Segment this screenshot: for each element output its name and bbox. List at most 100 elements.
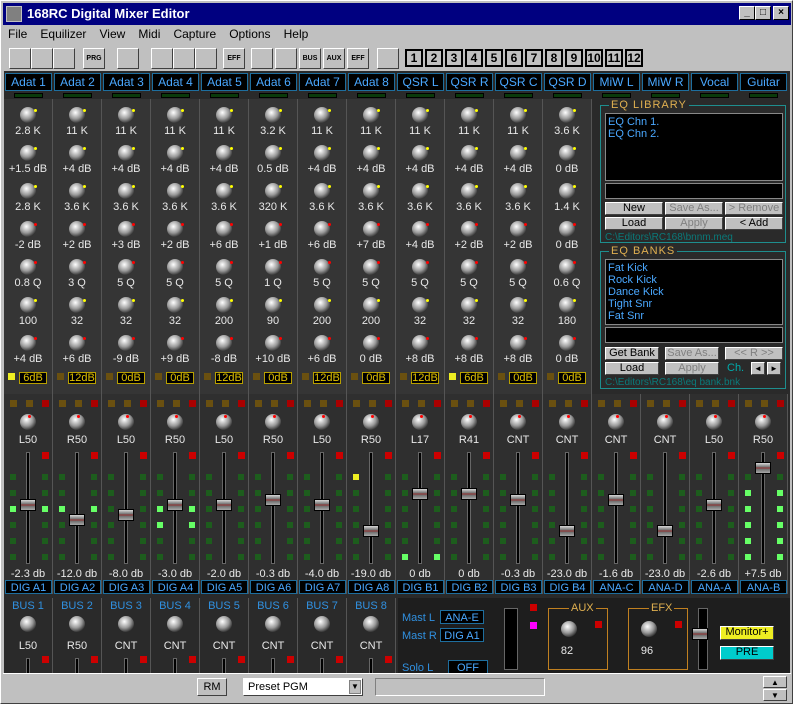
- save-icon[interactable]: [53, 48, 75, 69]
- monitor-button[interactable]: Monitor+: [720, 626, 774, 640]
- output-assign[interactable]: DIG A8: [348, 580, 395, 594]
- menu-options[interactable]: Options: [224, 25, 275, 43]
- bank-5-button[interactable]: 5: [485, 49, 503, 67]
- eq-save-as-button[interactable]: Save As...: [665, 202, 723, 215]
- output-assign[interactable]: DIG A4: [152, 580, 199, 594]
- rec-led[interactable]: [189, 400, 196, 407]
- print-icon[interactable]: [151, 48, 173, 69]
- rec-led[interactable]: [42, 400, 49, 407]
- get-bank-button[interactable]: Get Bank: [605, 347, 659, 360]
- bank-7-button[interactable]: 7: [525, 49, 543, 67]
- bus-name[interactable]: BUS 8: [347, 600, 395, 612]
- bus-pan-knob[interactable]: [363, 616, 379, 632]
- bank-4-button[interactable]: 4: [465, 49, 483, 67]
- aux-led[interactable]: [595, 621, 602, 628]
- bus-led[interactable]: [189, 656, 196, 663]
- eq-banks-list[interactable]: Fat Kick Rock Kick Dance Kick Tight Snr Fat …: [605, 259, 783, 325]
- mute-led[interactable]: [745, 400, 752, 407]
- eq-bank-item[interactable]: Fat Snr: [608, 310, 780, 322]
- fader-handle[interactable]: [412, 488, 428, 500]
- mute-led[interactable]: [206, 400, 213, 407]
- bus-name[interactable]: BUS 5: [200, 600, 248, 612]
- select-led[interactable]: [728, 452, 735, 459]
- output-assign[interactable]: DIG B1: [397, 580, 444, 594]
- bank-rr-button[interactable]: << R >>: [725, 347, 783, 360]
- select-led[interactable]: [42, 452, 49, 459]
- bus-name[interactable]: BUS 3: [102, 600, 150, 612]
- eq-library-list[interactable]: EQ Chn 1. EQ Chn 2.: [605, 113, 783, 181]
- channel-name[interactable]: MiW L: [593, 73, 640, 91]
- eq-enable-led[interactable]: [449, 373, 456, 380]
- bank-6-button[interactable]: 6: [505, 49, 523, 67]
- channel-name[interactable]: QSR D: [544, 73, 591, 91]
- aux-knob[interactable]: [561, 621, 577, 637]
- mute-led[interactable]: [59, 400, 66, 407]
- bus-pan-knob[interactable]: [118, 616, 134, 632]
- person-icon[interactable]: [117, 48, 139, 69]
- fader-handle[interactable]: [755, 462, 771, 474]
- solo-led[interactable]: [418, 400, 425, 407]
- bus-name[interactable]: BUS 2: [53, 600, 101, 612]
- channel-name[interactable]: Adat 7: [299, 73, 346, 91]
- eq-enable-led[interactable]: [155, 373, 162, 380]
- edit-icon[interactable]: [195, 48, 217, 69]
- rec-led[interactable]: [287, 400, 294, 407]
- select-led[interactable]: [336, 452, 343, 459]
- mute-led[interactable]: [402, 400, 409, 407]
- rec-led[interactable]: [91, 400, 98, 407]
- rec-led[interactable]: [581, 400, 588, 407]
- solo-led[interactable]: [26, 400, 33, 407]
- bus-pan-knob[interactable]: [69, 616, 85, 632]
- bank-11-button[interactable]: 11: [605, 49, 623, 67]
- solo-led[interactable]: [712, 400, 719, 407]
- fader-handle[interactable]: [69, 514, 85, 526]
- eq-enable-led[interactable]: [106, 373, 113, 380]
- channel-name[interactable]: Adat 1: [5, 73, 52, 91]
- mute-led[interactable]: [598, 400, 605, 407]
- channel-name[interactable]: Adat 8: [348, 73, 395, 91]
- bus-led[interactable]: [287, 656, 294, 663]
- bus-pan-knob[interactable]: [265, 616, 281, 632]
- rec-led[interactable]: [777, 400, 784, 407]
- efx-button[interactable]: EFF: [347, 48, 369, 69]
- aux-button[interactable]: AUX: [323, 48, 345, 69]
- fader-handle[interactable]: [657, 525, 673, 537]
- mast-r-value[interactable]: DIG A1: [440, 628, 484, 642]
- program-button[interactable]: PRG: [83, 48, 105, 69]
- ch-left-arrow-icon[interactable]: ◄: [751, 362, 765, 375]
- eq-banks-name-input[interactable]: [605, 327, 783, 343]
- bank-1-button[interactable]: 1: [405, 49, 423, 67]
- menu-midi[interactable]: Midi: [133, 25, 165, 43]
- scroll-down-button[interactable]: ▼: [763, 689, 787, 701]
- sliders-icon[interactable]: [251, 48, 273, 69]
- efx-led[interactable]: [675, 621, 682, 628]
- bus-name[interactable]: BUS 6: [249, 600, 297, 612]
- select-led[interactable]: [483, 452, 490, 459]
- mute-led[interactable]: [696, 400, 703, 407]
- rec-led[interactable]: [336, 400, 343, 407]
- solo-led[interactable]: [222, 400, 229, 407]
- select-led[interactable]: [434, 452, 441, 459]
- bus-name[interactable]: BUS 7: [298, 600, 346, 612]
- channel-name[interactable]: Adat 6: [250, 73, 297, 91]
- preset-select[interactable]: Preset PGM: [243, 678, 363, 696]
- output-assign[interactable]: DIG A5: [201, 580, 248, 594]
- open-folder-icon[interactable]: [31, 48, 53, 69]
- select-led[interactable]: [532, 452, 539, 459]
- bank-8-button[interactable]: 8: [545, 49, 563, 67]
- select-led[interactable]: [140, 452, 147, 459]
- bank-2-button[interactable]: 2: [425, 49, 443, 67]
- eq-bank-item[interactable]: Fat Kick: [608, 262, 780, 274]
- bank-load-button[interactable]: Load: [605, 362, 659, 375]
- bank-12-button[interactable]: 12: [625, 49, 643, 67]
- eq-icon[interactable]: [275, 48, 297, 69]
- output-assign[interactable]: DIG B4: [544, 580, 591, 594]
- channel-name[interactable]: QSR R: [446, 73, 493, 91]
- download-icon[interactable]: [173, 48, 195, 69]
- master-led-2[interactable]: [530, 622, 537, 629]
- eq-apply-button[interactable]: Apply: [665, 217, 723, 230]
- solo-led[interactable]: [614, 400, 621, 407]
- bank-3-button[interactable]: 3: [445, 49, 463, 67]
- scroll-up-button[interactable]: ▲: [763, 676, 787, 688]
- menu-equilizer[interactable]: Equilizer: [35, 25, 91, 43]
